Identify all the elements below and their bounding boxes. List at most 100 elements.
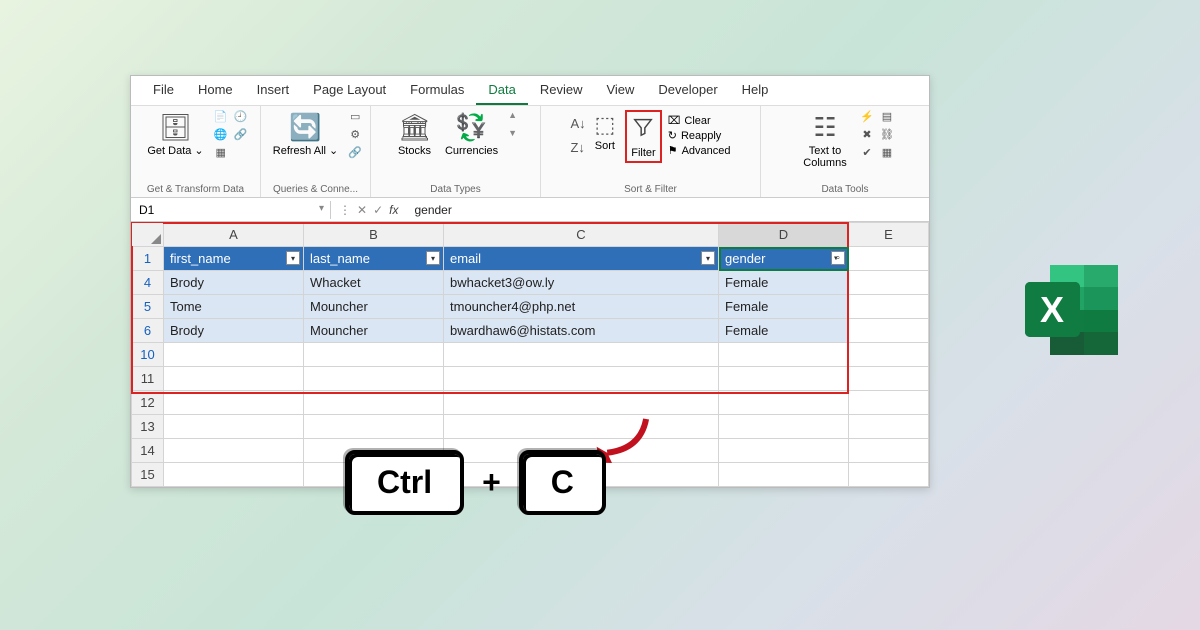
queries-icon[interactable]: ▭	[348, 110, 362, 124]
tab-developer[interactable]: Developer	[646, 76, 729, 105]
cell[interactable]	[849, 391, 929, 415]
fx-icon[interactable]: fx	[389, 203, 398, 217]
edit-links-icon[interactable]: 🔗	[348, 146, 362, 160]
cell[interactable]	[849, 415, 929, 439]
clear-button[interactable]: ⌧Clear	[668, 114, 711, 127]
cell[interactable]	[444, 367, 719, 391]
cell[interactable]: Female	[719, 319, 849, 343]
reapply-button[interactable]: ↻Reapply	[668, 129, 722, 142]
filter-dropdown-icon[interactable]: ▾	[426, 251, 440, 265]
cell[interactable]: Female	[719, 271, 849, 295]
select-all-corner[interactable]	[132, 223, 164, 247]
row-num[interactable]: 10	[132, 343, 164, 367]
cell[interactable]	[164, 367, 304, 391]
header-firstname[interactable]: first_name▾	[164, 247, 304, 271]
header-email[interactable]: email▾	[444, 247, 719, 271]
from-table-icon[interactable]: ▦	[214, 146, 228, 160]
properties-icon[interactable]: ⚙	[348, 128, 362, 142]
filter-dropdown-icon[interactable]: ▾	[286, 251, 300, 265]
cell[interactable]	[304, 343, 444, 367]
cell[interactable]	[444, 343, 719, 367]
cell[interactable]	[444, 415, 719, 439]
sort-asc-icon[interactable]: A↓	[570, 116, 584, 130]
cell[interactable]	[164, 343, 304, 367]
tab-formulas[interactable]: Formulas	[398, 76, 476, 105]
cell[interactable]: Female	[719, 295, 849, 319]
relationships-icon[interactable]: ⛓	[880, 128, 894, 142]
cell[interactable]: Brody	[164, 319, 304, 343]
sort-button[interactable]: ⬚ Sort	[590, 110, 619, 154]
name-box[interactable]: D1	[131, 201, 331, 219]
cell[interactable]	[719, 415, 849, 439]
cancel-icon[interactable]: ✕	[357, 203, 367, 217]
data-model-icon[interactable]: ▦	[880, 146, 894, 160]
cell[interactable]: Whacket	[304, 271, 444, 295]
cell[interactable]	[164, 391, 304, 415]
row-num[interactable]: 15	[132, 463, 164, 487]
filter-button[interactable]: Filter	[625, 110, 661, 163]
cell[interactable]	[849, 439, 929, 463]
row-num[interactable]: 12	[132, 391, 164, 415]
cell[interactable]	[304, 415, 444, 439]
filter-dropdown-icon[interactable]: ▾	[701, 251, 715, 265]
get-data-small-buttons[interactable]: 📄 🌐 ▦	[214, 110, 228, 160]
cell[interactable]: Brody	[164, 271, 304, 295]
dropdown-icon[interactable]: ⋮	[339, 203, 351, 217]
cell-empty[interactable]	[849, 247, 929, 271]
row-num[interactable]: 4	[132, 271, 164, 295]
tab-pagelayout[interactable]: Page Layout	[301, 76, 398, 105]
row-num[interactable]: 13	[132, 415, 164, 439]
cell[interactable]	[719, 439, 849, 463]
tab-home[interactable]: Home	[186, 76, 245, 105]
cell[interactable]	[719, 463, 849, 487]
cell[interactable]	[849, 367, 929, 391]
cell[interactable]	[304, 367, 444, 391]
col-b-header[interactable]: B	[304, 223, 444, 247]
cell-empty[interactable]	[849, 271, 929, 295]
header-lastname[interactable]: last_name▾	[304, 247, 444, 271]
recent-sources-icon[interactable]: 🕘	[234, 110, 248, 124]
cell[interactable]	[164, 463, 304, 487]
scroll-up-icon[interactable]: ▲	[508, 110, 517, 120]
existing-connections-icon[interactable]: 🔗	[234, 128, 248, 142]
tab-file[interactable]: File	[141, 76, 186, 105]
cell[interactable]	[849, 463, 929, 487]
cell[interactable]	[719, 343, 849, 367]
from-text-icon[interactable]: 📄	[214, 110, 228, 124]
refresh-all-button[interactable]: 🔄 Refresh All ⌄	[269, 110, 342, 159]
row-num[interactable]: 11	[132, 367, 164, 391]
tab-insert[interactable]: Insert	[245, 76, 302, 105]
col-d-header[interactable]: D	[719, 223, 849, 247]
cell[interactable]: Tome	[164, 295, 304, 319]
data-validation-icon[interactable]: ✔	[860, 146, 874, 160]
cell[interactable]	[164, 415, 304, 439]
tab-data[interactable]: Data	[476, 76, 527, 105]
from-web-icon[interactable]: 🌐	[214, 128, 228, 142]
advanced-button[interactable]: ⚑Advanced	[668, 144, 731, 157]
cell-empty[interactable]	[849, 295, 929, 319]
enter-icon[interactable]: ✓	[373, 203, 383, 217]
cell[interactable]	[444, 391, 719, 415]
consolidate-icon[interactable]: ▤	[880, 110, 894, 124]
row-num[interactable]: 5	[132, 295, 164, 319]
cell[interactable]	[164, 439, 304, 463]
currencies-button[interactable]: 💱 Currencies	[441, 110, 502, 159]
text-to-columns-button[interactable]: ☷ Text to Columns	[796, 110, 854, 171]
col-c-header[interactable]: C	[444, 223, 719, 247]
stocks-button[interactable]: 🏛 Stocks	[394, 110, 435, 159]
cell-empty[interactable]	[849, 319, 929, 343]
cell[interactable]: tmouncher4@php.net	[444, 295, 719, 319]
cell[interactable]: Mouncher	[304, 295, 444, 319]
tab-help[interactable]: Help	[730, 76, 781, 105]
cell[interactable]: Mouncher	[304, 319, 444, 343]
sort-desc-icon[interactable]: Z↓	[570, 140, 584, 154]
filter-active-icon[interactable]: ⌕	[831, 251, 845, 265]
row-num[interactable]: 14	[132, 439, 164, 463]
get-data-button[interactable]: 🗄 Get Data ⌄	[143, 110, 207, 159]
cell[interactable]: bwhacket3@ow.ly	[444, 271, 719, 295]
cell[interactable]	[719, 367, 849, 391]
tab-review[interactable]: Review	[528, 76, 595, 105]
header-gender[interactable]: gender⌕	[719, 247, 849, 271]
scroll-down-icon[interactable]: ▼	[508, 128, 517, 138]
spreadsheet[interactable]: A B C D E 1 first_name▾ last_name▾ email…	[131, 222, 929, 487]
